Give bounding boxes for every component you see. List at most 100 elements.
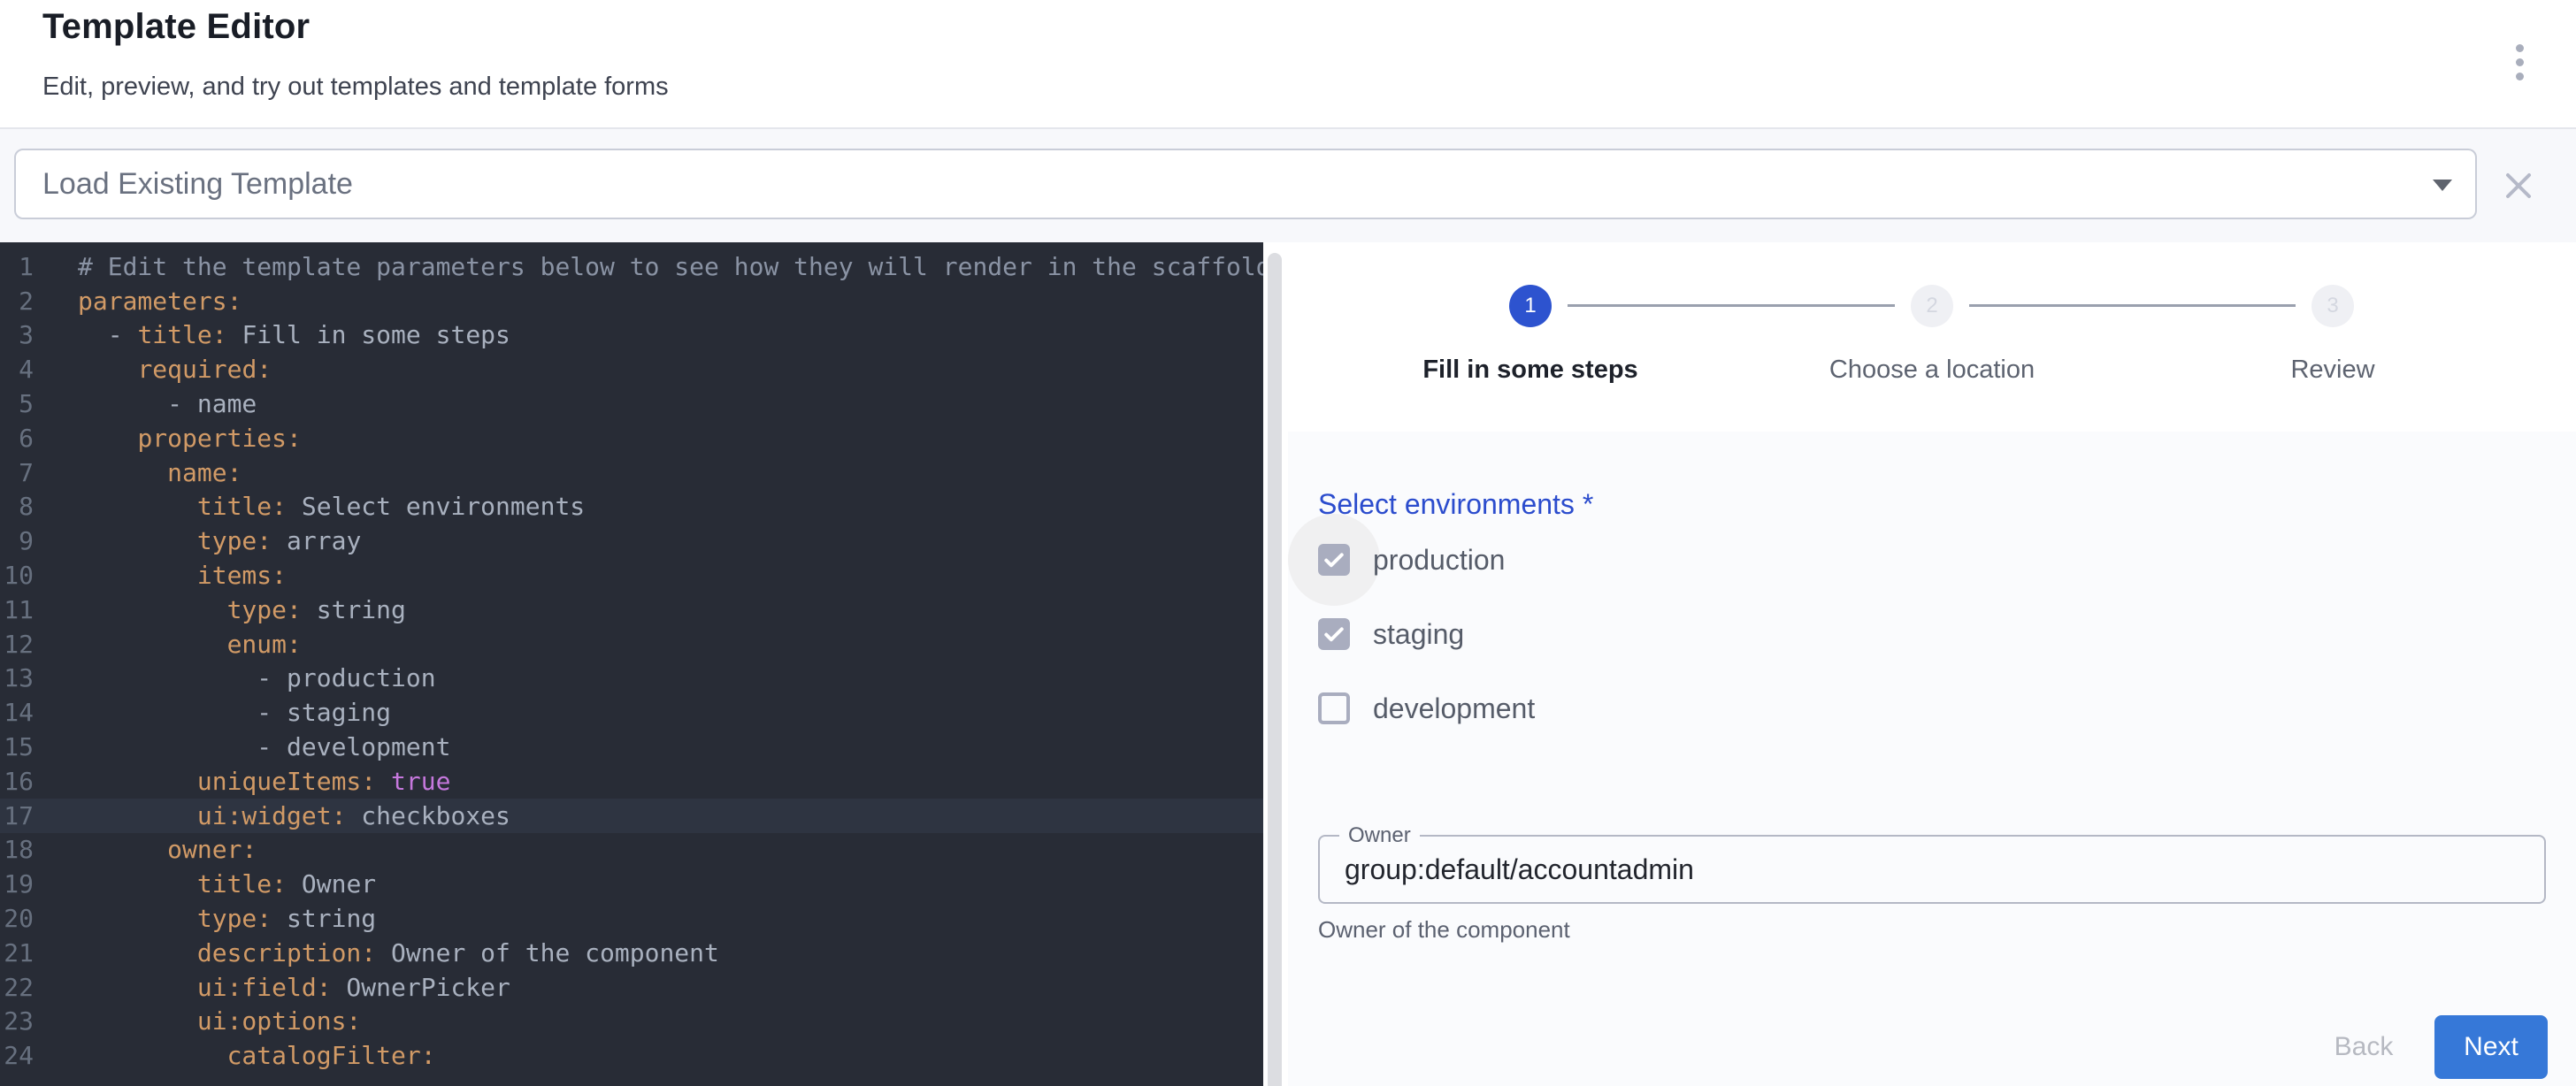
code-line[interactable]: 18 owner: bbox=[0, 833, 1263, 868]
code-line[interactable]: 10 items: bbox=[0, 558, 1263, 593]
line-text: properties: bbox=[78, 424, 302, 453]
checkbox-row-production[interactable]: production bbox=[1318, 539, 1505, 581]
line-number: 7 bbox=[0, 458, 34, 487]
code-line[interactable]: 12 enum: bbox=[0, 627, 1263, 662]
back-button[interactable]: Back bbox=[2314, 1015, 2413, 1079]
line-text: ui:options: bbox=[78, 1006, 361, 1036]
code-line[interactable]: 6 properties: bbox=[0, 421, 1263, 455]
line-text: parameters: bbox=[78, 287, 242, 316]
code-line[interactable]: 16 uniqueItems: true bbox=[0, 764, 1263, 799]
line-number: 5 bbox=[0, 389, 34, 418]
line-text: items: bbox=[78, 561, 287, 590]
close-icon bbox=[2503, 170, 2534, 202]
owner-field-value: group:default/accountadmin bbox=[1345, 837, 1694, 902]
kebab-dot bbox=[2516, 44, 2524, 52]
code-line[interactable]: 20 type: string bbox=[0, 901, 1263, 936]
line-number: 9 bbox=[0, 526, 34, 555]
checkbox-checked[interactable] bbox=[1318, 544, 1350, 576]
checkbox-row-staging[interactable]: staging bbox=[1318, 613, 1464, 655]
dropdown-caret-icon bbox=[2433, 180, 2452, 191]
line-text: required: bbox=[78, 355, 272, 384]
line-number: 11 bbox=[0, 595, 34, 624]
line-number: 15 bbox=[0, 732, 34, 761]
line-text: catalogFilter: bbox=[78, 1041, 436, 1070]
clear-selection-button[interactable] bbox=[2496, 163, 2542, 209]
line-number: 4 bbox=[0, 355, 34, 384]
code-line[interactable]: 13 - production bbox=[0, 662, 1263, 696]
template-form-preview-panel: 1 Fill in some steps 2Choose a location 3Re… bbox=[1288, 242, 2576, 1086]
code-line[interactable]: 24 catalogFilter: bbox=[0, 1038, 1263, 1073]
line-text: title: Owner bbox=[78, 869, 376, 899]
line-text: - title: Fill in some steps bbox=[78, 320, 510, 349]
template-yaml-editor[interactable]: 1# Edit the template parameters below to… bbox=[0, 242, 1263, 1086]
line-text: uniqueItems: true bbox=[78, 767, 450, 796]
line-text: type: string bbox=[78, 904, 376, 933]
line-number: 23 bbox=[0, 1006, 34, 1036]
page-subtitle: Edit, preview, and try out templates and… bbox=[42, 73, 669, 102]
line-text: ui:field: OwnerPicker bbox=[78, 973, 510, 1002]
code-line[interactable]: 19 title: Owner bbox=[0, 867, 1263, 901]
line-number: 14 bbox=[0, 698, 34, 727]
checkbox-label[interactable]: development bbox=[1373, 692, 1535, 725]
code-line[interactable]: 2parameters: bbox=[0, 284, 1263, 318]
step-number-badge: 1 bbox=[1509, 285, 1552, 327]
line-text: - production bbox=[78, 663, 436, 692]
line-number: 22 bbox=[0, 973, 34, 1002]
line-number: 6 bbox=[0, 424, 34, 453]
code-line[interactable]: 8 title: Select environments bbox=[0, 490, 1263, 524]
line-number: 24 bbox=[0, 1041, 34, 1070]
line-number: 1 bbox=[0, 252, 34, 281]
kebab-menu-icon[interactable] bbox=[2496, 34, 2542, 90]
line-number: 10 bbox=[0, 561, 34, 590]
line-number: 19 bbox=[0, 869, 34, 899]
line-text: ui:widget: checkboxes bbox=[78, 801, 510, 830]
line-text: name: bbox=[78, 458, 242, 487]
form-step-content: Select environments * production staging d… bbox=[1288, 432, 2576, 1086]
next-button[interactable]: Next bbox=[2434, 1015, 2548, 1079]
step-label: Fill in some steps bbox=[1353, 356, 1707, 385]
stepper-step-1: 2Choose a location bbox=[1755, 285, 2109, 385]
line-number: 3 bbox=[0, 320, 34, 349]
checkbox-label[interactable]: production bbox=[1373, 544, 1505, 577]
kebab-dot bbox=[2516, 73, 2524, 80]
code-line[interactable]: 4 required: bbox=[0, 352, 1263, 386]
code-line[interactable]: 17 ui:widget: checkboxes bbox=[0, 799, 1263, 833]
editor-scrollbar-thumb[interactable] bbox=[1268, 253, 1282, 1086]
code-line[interactable]: 21 description: Owner of the component bbox=[0, 936, 1263, 970]
template-select-toolbar: Load Existing Template bbox=[0, 127, 2576, 242]
line-number: 20 bbox=[0, 904, 34, 933]
checkbox-group-label: Select environments * bbox=[1318, 488, 1593, 521]
line-number: 16 bbox=[0, 767, 34, 796]
load-existing-template-select[interactable]: Load Existing Template bbox=[14, 149, 2477, 219]
code-line[interactable]: 5 - name bbox=[0, 386, 1263, 421]
code-line[interactable]: 11 type: string bbox=[0, 593, 1263, 627]
line-number: 13 bbox=[0, 663, 34, 692]
code-line[interactable]: 14 - staging bbox=[0, 695, 1263, 730]
line-number: 17 bbox=[0, 801, 34, 830]
step-label: Choose a location bbox=[1755, 356, 2109, 385]
checkbox-unchecked[interactable] bbox=[1318, 692, 1350, 724]
line-text: type: array bbox=[78, 526, 361, 555]
checkbox-checked[interactable] bbox=[1318, 618, 1350, 650]
code-line[interactable]: 22 ui:field: OwnerPicker bbox=[0, 970, 1263, 1005]
checkbox-row-development[interactable]: development bbox=[1318, 687, 1535, 730]
line-text: - development bbox=[78, 732, 450, 761]
check-icon bbox=[1321, 621, 1347, 647]
line-text: enum: bbox=[78, 630, 302, 659]
code-line[interactable]: 3 - title: Fill in some steps bbox=[0, 318, 1263, 353]
line-text: owner: bbox=[78, 835, 257, 864]
line-number: 18 bbox=[0, 835, 34, 864]
check-icon bbox=[1321, 547, 1347, 573]
step-label: Review bbox=[2156, 356, 2510, 385]
code-line[interactable]: 23 ui:options: bbox=[0, 1005, 1263, 1039]
code-line[interactable]: 7 name: bbox=[0, 455, 1263, 490]
page-title: Template Editor bbox=[42, 7, 310, 47]
stepper-step-0: 1 Fill in some steps bbox=[1353, 285, 1707, 385]
stepper-step-2: 3Review bbox=[2156, 285, 2510, 385]
code-line[interactable]: 15 - development bbox=[0, 730, 1263, 764]
owner-input-field[interactable]: Owner group:default/accountadmin bbox=[1318, 835, 2546, 904]
code-line[interactable]: 9 type: array bbox=[0, 524, 1263, 558]
code-line[interactable]: 1# Edit the template parameters below to… bbox=[0, 249, 1263, 284]
checkbox-label[interactable]: staging bbox=[1373, 618, 1464, 651]
line-number: 8 bbox=[0, 492, 34, 521]
